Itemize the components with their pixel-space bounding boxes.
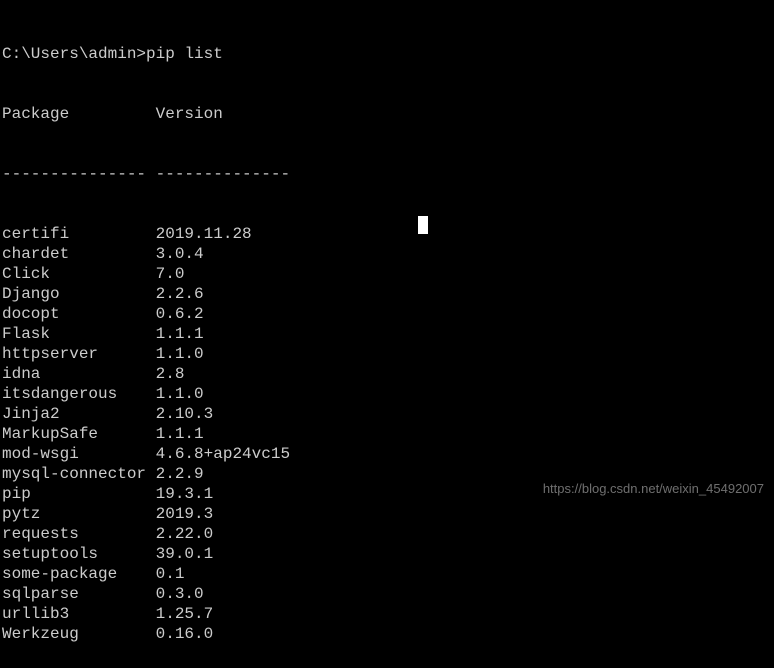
package-version: 39.0.1 bbox=[156, 544, 214, 564]
package-name: chardet bbox=[2, 244, 156, 264]
package-version: 2.10.3 bbox=[156, 404, 214, 424]
package-version: 2019.11.28 bbox=[156, 224, 252, 244]
table-row: itsdangerous1.1.0 bbox=[2, 384, 772, 404]
divider-version: -------------- bbox=[156, 164, 290, 184]
package-version: 19.3.1 bbox=[156, 484, 214, 504]
package-version: 1.1.1 bbox=[156, 324, 204, 344]
package-version: 7.0 bbox=[156, 264, 185, 284]
package-name: requests bbox=[2, 524, 156, 544]
table-row: urllib31.25.7 bbox=[2, 604, 772, 624]
table-row: chardet3.0.4 bbox=[2, 244, 772, 264]
package-version: 2.2.6 bbox=[156, 284, 204, 304]
table-header: PackageVersion bbox=[2, 104, 772, 124]
package-name: sqlparse bbox=[2, 584, 156, 604]
package-version: 3.0.4 bbox=[156, 244, 204, 264]
package-name: idna bbox=[2, 364, 156, 384]
package-version: 2019.3 bbox=[156, 504, 214, 524]
package-version: 0.3.0 bbox=[156, 584, 204, 604]
package-version: 0.16.0 bbox=[156, 624, 214, 644]
table-row: idna2.8 bbox=[2, 364, 772, 384]
package-name: urllib3 bbox=[2, 604, 156, 624]
package-version: 2.8 bbox=[156, 364, 185, 384]
prompt-path: C:\Users\admin> bbox=[2, 45, 146, 63]
package-name: Jinja2 bbox=[2, 404, 156, 424]
package-version: 4.6.8+ap24vc15 bbox=[156, 444, 290, 464]
package-name: certifi bbox=[2, 224, 156, 244]
table-row: Werkzeug0.16.0 bbox=[2, 624, 772, 644]
package-name: MarkupSafe bbox=[2, 424, 156, 444]
table-row: mod-wsgi4.6.8+ap24vc15 bbox=[2, 444, 772, 464]
package-version: 1.1.0 bbox=[156, 344, 204, 364]
package-name: setuptools bbox=[2, 544, 156, 564]
table-row: requests2.22.0 bbox=[2, 524, 772, 544]
header-package: Package bbox=[2, 104, 156, 124]
table-row: httpserver1.1.0 bbox=[2, 344, 772, 364]
package-name: pytz bbox=[2, 504, 156, 524]
header-version: Version bbox=[156, 104, 223, 124]
table-row: some-package0.1 bbox=[2, 564, 772, 584]
table-row: Click7.0 bbox=[2, 264, 772, 284]
package-name: httpserver bbox=[2, 344, 156, 364]
terminal-output[interactable]: C:\Users\admin>pip list PackageVersion -… bbox=[0, 0, 774, 668]
table-row: docopt0.6.2 bbox=[2, 304, 772, 324]
package-name: Django bbox=[2, 284, 156, 304]
package-name: mysql-connector bbox=[2, 464, 156, 484]
table-row: Jinja22.10.3 bbox=[2, 404, 772, 424]
prompt-line: C:\Users\admin>pip list bbox=[2, 44, 772, 64]
table-divider: ----------------------------- bbox=[2, 164, 772, 184]
package-name: itsdangerous bbox=[2, 384, 156, 404]
package-name: docopt bbox=[2, 304, 156, 324]
table-row: certifi2019.11.28 bbox=[2, 224, 772, 244]
package-list: certifi2019.11.28chardet3.0.4Click7.0Dja… bbox=[2, 224, 772, 644]
package-name: Flask bbox=[2, 324, 156, 344]
table-row: Django2.2.6 bbox=[2, 284, 772, 304]
table-row: pytz2019.3 bbox=[2, 504, 772, 524]
package-name: some-package bbox=[2, 564, 156, 584]
package-name: Click bbox=[2, 264, 156, 284]
table-row: MarkupSafe1.1.1 bbox=[2, 424, 772, 444]
package-version: 0.1 bbox=[156, 564, 185, 584]
package-version: 2.2.9 bbox=[156, 464, 204, 484]
package-version: 0.6.2 bbox=[156, 304, 204, 324]
package-version: 1.1.1 bbox=[156, 424, 204, 444]
package-name: Werkzeug bbox=[2, 624, 156, 644]
table-row: sqlparse0.3.0 bbox=[2, 584, 772, 604]
command-text: pip list bbox=[146, 45, 223, 63]
package-name: mod-wsgi bbox=[2, 444, 156, 464]
watermark: https://blog.csdn.net/weixin_45492007 bbox=[543, 481, 764, 497]
table-row: Flask1.1.1 bbox=[2, 324, 772, 344]
package-version: 1.25.7 bbox=[156, 604, 214, 624]
table-row: setuptools39.0.1 bbox=[2, 544, 772, 564]
package-name: pip bbox=[2, 484, 156, 504]
divider-package: --------------- bbox=[2, 164, 156, 184]
package-version: 2.22.0 bbox=[156, 524, 214, 544]
package-version: 1.1.0 bbox=[156, 384, 204, 404]
text-cursor bbox=[418, 216, 428, 234]
